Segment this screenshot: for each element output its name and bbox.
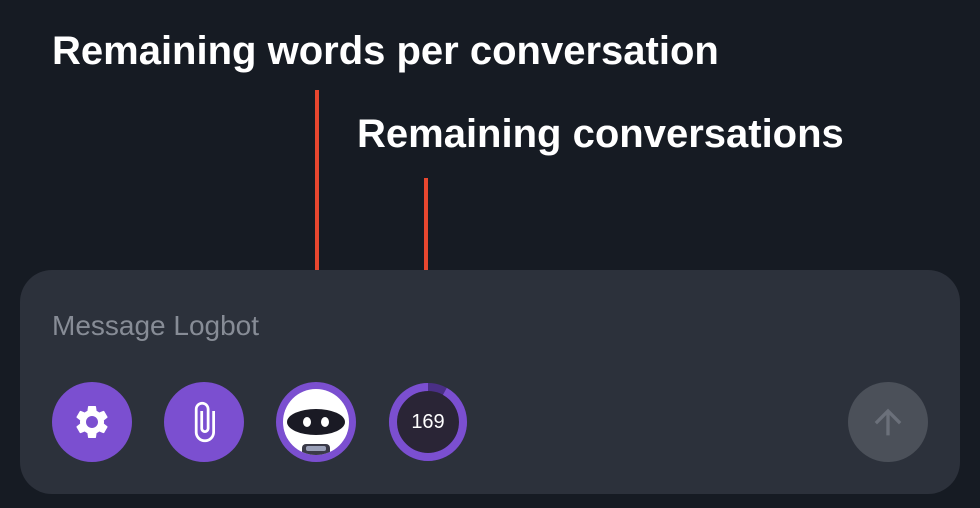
arrow-up-icon xyxy=(874,408,902,436)
paperclip-icon xyxy=(194,401,215,443)
gear-icon xyxy=(76,406,108,438)
annotation-remaining-words: Remaining words per conversation xyxy=(52,29,719,73)
message-input[interactable] xyxy=(52,308,652,344)
settings-button[interactable] xyxy=(52,382,132,462)
attach-file-button[interactable] xyxy=(164,382,244,462)
remaining-conversations-indicator[interactable]: 169 xyxy=(388,382,468,462)
robot-avatar-icon xyxy=(283,389,349,455)
send-button[interactable] xyxy=(848,382,928,462)
annotation-remaining-conversations: Remaining conversations xyxy=(357,112,844,156)
message-composer: 169 xyxy=(20,270,960,494)
remaining-conversations-count: 169 xyxy=(411,410,445,433)
model-select-button[interactable] xyxy=(276,382,356,462)
